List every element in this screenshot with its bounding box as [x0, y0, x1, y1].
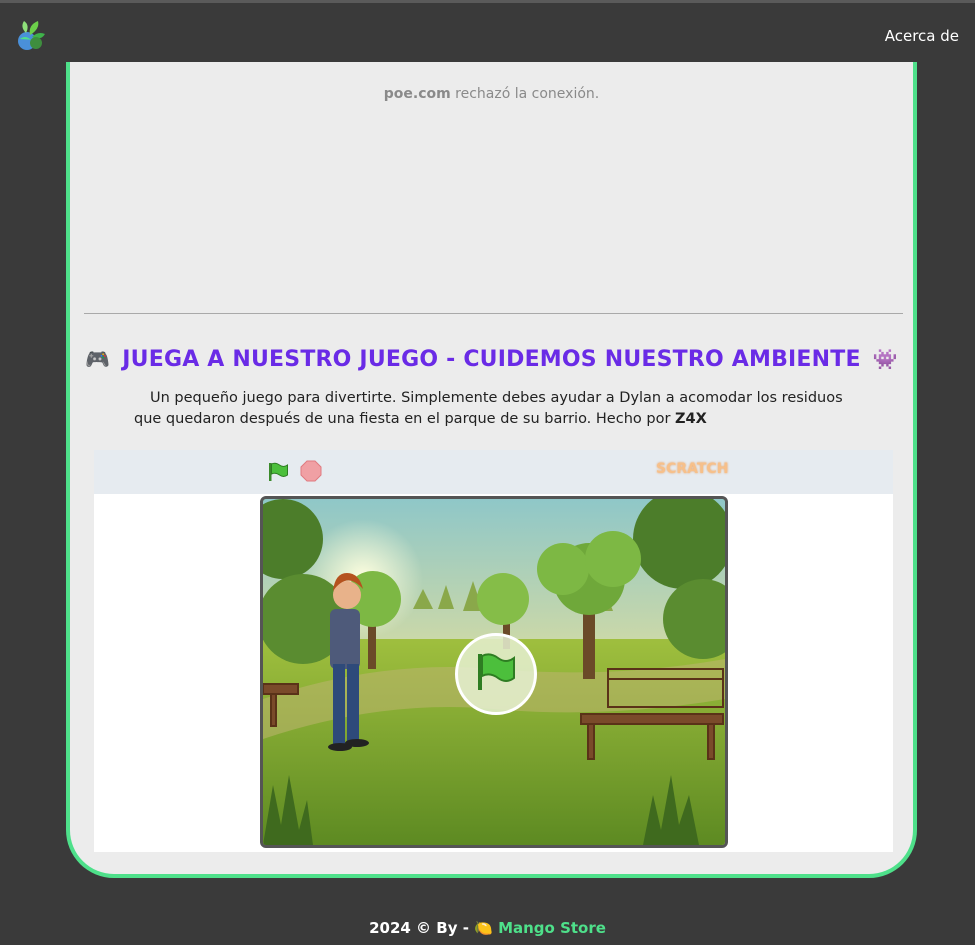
about-link[interactable]: Acerca de: [885, 27, 959, 45]
mango-icon: 🍋: [474, 919, 493, 937]
content-card: poe.com rechazó la conexión. 🎮 JUEGA A N…: [66, 62, 917, 878]
iframe-message-text: rechazó la conexión.: [450, 86, 600, 102]
footer-prefix: 2024 © By -: [369, 919, 475, 937]
green-flag-icon[interactable]: [266, 460, 290, 484]
space-invader-icon: 👾: [872, 347, 898, 371]
section-divider: [84, 313, 903, 314]
game-description: Un pequeño juego para divertirte. Simple…: [134, 388, 854, 430]
green-flag-play-icon: [478, 653, 515, 690]
gamepad-icon: 🎮: [85, 347, 111, 371]
game-author: Z4X: [675, 411, 707, 427]
iframe-host: poe.com: [383, 86, 451, 102]
start-game-flag-button[interactable]: [455, 633, 537, 715]
game-stage[interactable]: [260, 496, 728, 848]
top-navbar: Acerca de: [0, 3, 975, 65]
iframe-error-message: poe.com rechazó la conexión.: [70, 86, 913, 102]
scratch-controls-bar: SCRATCH: [94, 450, 893, 494]
scratch-player: SCRATCH: [94, 450, 893, 852]
plant-globe-logo-icon[interactable]: [14, 17, 48, 51]
scratch-logo[interactable]: SCRATCH: [656, 461, 728, 483]
footer-brand-link[interactable]: Mango Store: [498, 919, 606, 937]
game-section-title: 🎮 JUEGA A NUESTRO JUEGO - CUIDEMOS NUEST…: [70, 347, 913, 372]
game-description-text: Un pequeño juego para divertirte. Simple…: [134, 390, 843, 427]
game-title-text: JUEGA A NUESTRO JUEGO - CUIDEMOS NUESTRO…: [122, 347, 861, 372]
footer: 2024 © By - 🍋 Mango Store: [0, 919, 975, 937]
stop-icon[interactable]: [300, 460, 322, 482]
